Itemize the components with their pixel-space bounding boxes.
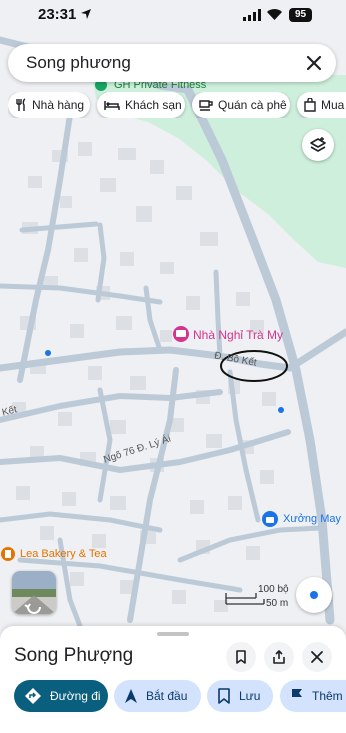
save-icon-button[interactable] (226, 642, 256, 672)
wifi-icon (267, 9, 282, 20)
chip-label: Quán cà phê (218, 98, 287, 112)
place-bottom-sheet[interactable]: Song Phượng Đường đi Bắt đầu Lưu Thêm (0, 626, 346, 733)
add-button[interactable]: Thêm (280, 680, 346, 712)
flag-icon (292, 689, 302, 703)
cafe-icon (199, 100, 213, 111)
my-location-button[interactable] (296, 577, 332, 613)
shopping-icon (304, 98, 316, 112)
street-view-thumbnail[interactable] (12, 571, 56, 614)
location-arrow-icon (81, 9, 91, 19)
hotel-icon (104, 101, 120, 110)
layers-button[interactable] (302, 129, 334, 161)
status-bar: 23:31 95 (0, 0, 346, 30)
close-sheet-button[interactable] (302, 642, 332, 672)
chip-label: Mua (321, 98, 345, 112)
chip-cafes[interactable]: Quán cà phê (192, 92, 290, 118)
status-time: 23:31 (38, 6, 77, 23)
share-button[interactable] (264, 642, 294, 672)
chip-restaurants[interactable]: Nhà hàng (8, 92, 90, 118)
place-title: Song Phượng (14, 645, 134, 666)
start-label: Bắt đầu (146, 689, 188, 703)
map-scale: 100 bộ 50 m (224, 584, 294, 612)
battery-icon: 95 (289, 8, 312, 22)
chip-shopping[interactable]: Mua (297, 92, 346, 118)
bookmark-icon (218, 688, 230, 704)
directions-button[interactable]: Đường đi (14, 680, 108, 712)
start-button[interactable]: Bắt đầu (114, 680, 201, 712)
chip-label: Khách sạn (125, 98, 182, 112)
search-query[interactable]: Song phương (26, 53, 131, 73)
search-bar[interactable]: Song phương (8, 44, 336, 82)
battery-level: 95 (294, 9, 307, 20)
sheet-drag-handle[interactable] (157, 632, 189, 636)
restaurant-icon (16, 98, 26, 111)
chip-label: Nhà hàng (32, 98, 85, 112)
add-label: Thêm (312, 689, 343, 703)
save-button[interactable]: Lưu (207, 680, 273, 712)
my-location-icon (310, 591, 318, 599)
action-buttons: Đường đi Bắt đầu Lưu Thêm (0, 680, 346, 714)
workshop-poi-label[interactable]: Xưởng May (283, 513, 341, 525)
bookmark-icon (236, 650, 246, 664)
bakery-poi-label[interactable]: Lea Bakery & Tea (20, 548, 107, 560)
category-chips: Nhà hàng Khách sạn Quán cà phê Mua (8, 92, 346, 118)
share-icon (273, 650, 285, 664)
cellular-signal-icon (243, 9, 261, 21)
directions-icon (25, 688, 41, 704)
directions-label: Đường đi (50, 689, 101, 703)
street-view-image (12, 571, 56, 614)
close-icon (311, 651, 323, 663)
layers-icon (310, 137, 326, 152)
close-icon[interactable] (302, 51, 326, 75)
navigation-arrow-icon (125, 689, 137, 703)
scale-bar (225, 593, 265, 605)
chip-hotels[interactable]: Khách sạn (97, 92, 185, 118)
hotel-poi-label[interactable]: Nhà Nghỉ Trà My (193, 328, 283, 342)
save-label: Lưu (239, 689, 261, 703)
